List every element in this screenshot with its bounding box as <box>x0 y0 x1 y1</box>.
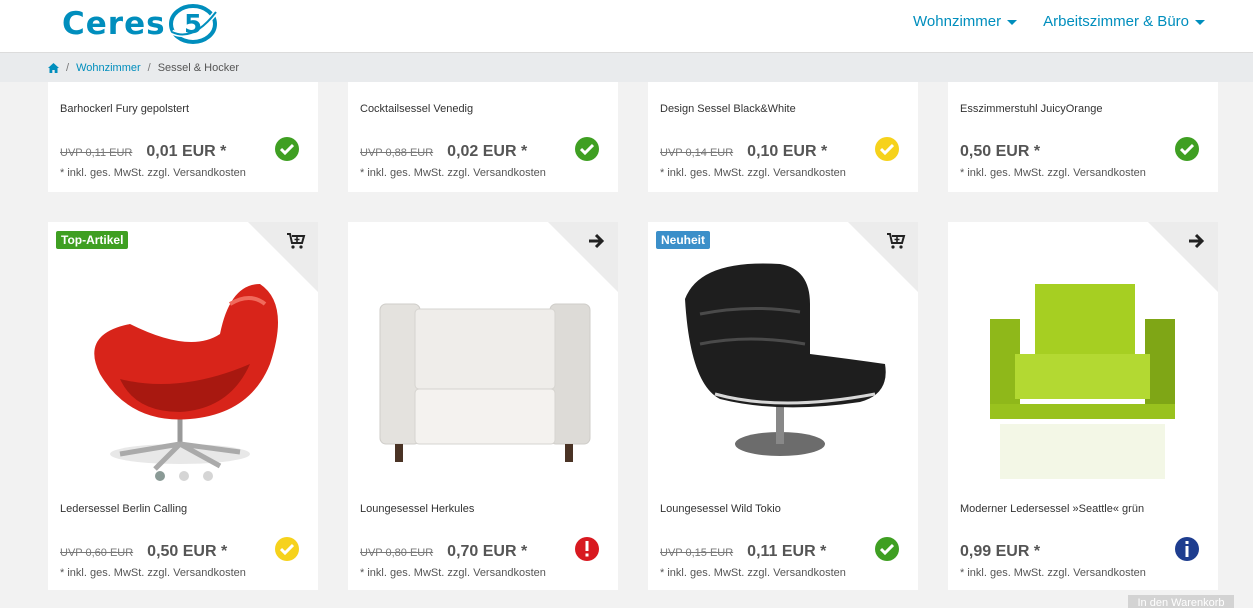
caret-down-icon <box>1195 20 1205 25</box>
logo-mark-icon: 5 <box>168 4 218 44</box>
availability-check-icon <box>1175 137 1199 161</box>
product-image-red-egg-chair[interactable] <box>60 244 306 492</box>
home-icon[interactable] <box>48 62 59 73</box>
price-line: UVP 0,14 EUR 0,10 EUR * <box>660 143 827 161</box>
product-name[interactable]: Design Sessel Black&White <box>660 103 796 115</box>
availability-check-icon <box>275 537 299 561</box>
product-name[interactable]: Ledersessel Berlin Calling <box>60 503 187 515</box>
carousel-dot[interactable] <box>203 471 213 481</box>
vat-notice: * inkl. ges. MwSt. zzgl. Versandkosten <box>660 167 846 179</box>
svg-text:5: 5 <box>184 10 202 40</box>
product-name[interactable]: Moderner Ledersessel »Seattle« grün <box>960 503 1144 515</box>
price-line: UVP 0,60 EUR 0,50 EUR * <box>60 543 227 561</box>
availability-check-icon <box>575 137 599 161</box>
carousel-dot[interactable] <box>155 471 165 481</box>
product-price: 0,50 EUR * <box>960 143 1041 160</box>
rrp-price: UVP 0,80 EUR <box>360 547 434 559</box>
site-header: Ceres 5 Wohnzimmer Arbeitszimmer & Büro <box>0 0 1253 52</box>
product-name[interactable]: Esszimmerstuhl JuicyOrange <box>960 103 1102 115</box>
info-icon <box>1175 537 1199 561</box>
vat-notice: * inkl. ges. MwSt. zzgl. Versandkosten <box>660 567 846 579</box>
product-name[interactable]: Barhockerl Fury gepolstert <box>60 103 189 115</box>
price-line: UVP 0,80 EUR 0,70 EUR * <box>360 543 527 561</box>
vat-notice: * inkl. ges. MwSt. zzgl. Versandkosten <box>60 167 246 179</box>
rrp-price: UVP 0,14 EUR <box>660 147 734 159</box>
price-line: UVP 0,15 EUR 0,11 EUR * <box>660 543 826 561</box>
carousel-dot[interactable] <box>179 471 189 481</box>
exclamation-icon <box>575 537 599 561</box>
product-card[interactable]: Esszimmerstuhl JuicyOrange 0,50 EUR * * … <box>948 82 1218 192</box>
product-image-white-armchair[interactable] <box>360 244 606 492</box>
product-card[interactable]: Moderner Ledersessel »Seattle« grün 0,99… <box>948 222 1218 590</box>
availability-check-icon <box>875 137 899 161</box>
price-line: 0,99 EUR * <box>960 543 1040 561</box>
product-card[interactable]: Design Sessel Black&White UVP 0,14 EUR 0… <box>648 82 918 192</box>
rrp-price: UVP 0,15 EUR <box>660 547 734 559</box>
product-card[interactable]: Cocktailsessel Venedig UVP 0,88 EUR 0,02… <box>348 82 618 192</box>
product-price: 0,10 EUR * <box>747 143 828 160</box>
vat-notice: * inkl. ges. MwSt. zzgl. Versandkosten <box>960 167 1146 179</box>
breadcrumb-link-wohnzimmer[interactable]: Wohnzimmer <box>76 62 141 74</box>
ceres-logo[interactable]: Ceres 5 <box>62 2 218 46</box>
badge-neuheit: Neuheit <box>656 231 711 249</box>
add-to-cart-button[interactable]: In den Warenkorb <box>1128 595 1234 608</box>
rrp-price: UVP 0,60 EUR <box>60 547 134 559</box>
product-name[interactable]: Loungesessel Herkules <box>360 503 474 515</box>
breadcrumb: / Wohnzimmer / Sessel & Hocker <box>0 52 1253 82</box>
vat-notice: * inkl. ges. MwSt. zzgl. Versandkosten <box>360 567 546 579</box>
caret-down-icon <box>1007 20 1018 25</box>
logo-text: Ceres <box>62 6 166 42</box>
carousel-dots <box>155 471 213 481</box>
nav-label: Arbeitszimmer & Büro <box>1043 13 1189 30</box>
product-card[interactable]: Barhockerl Fury gepolstert UVP 0,11 EUR … <box>48 82 318 192</box>
product-image-green-armchair[interactable] <box>960 244 1206 492</box>
nav-item-wohnzimmer[interactable]: Wohnzimmer <box>913 13 1018 30</box>
product-price: 0,99 EUR * <box>960 543 1041 560</box>
price-line: UVP 0,11 EUR 0,01 EUR * <box>60 143 226 161</box>
main-nav: Wohnzimmer Arbeitszimmer & Büro <box>913 13 1205 30</box>
rrp-price: UVP 0,88 EUR <box>360 147 434 159</box>
vat-notice: * inkl. ges. MwSt. zzgl. Versandkosten <box>360 167 546 179</box>
product-name[interactable]: Loungesessel Wild Tokio <box>660 503 781 515</box>
product-price: 0,70 EUR * <box>447 543 528 560</box>
product-price: 0,01 EUR * <box>146 143 227 160</box>
product-price: 0,50 EUR * <box>147 543 228 560</box>
product-price: 0,02 EUR * <box>447 143 528 160</box>
product-image-black-lounge-chair[interactable] <box>660 244 906 492</box>
product-card[interactable]: Top-Artikel Ledersessel Berlin Calling U… <box>48 222 318 590</box>
vat-notice: * inkl. ges. MwSt. zzgl. Versandkosten <box>60 567 246 579</box>
product-name[interactable]: Cocktailsessel Venedig <box>360 103 473 115</box>
product-card[interactable]: Neuheit Loungesessel Wild Tokio UVP 0,15… <box>648 222 918 590</box>
availability-check-icon <box>275 137 299 161</box>
badge-top-artikel: Top-Artikel <box>56 231 129 249</box>
breadcrumb-separator: / <box>66 61 70 74</box>
rrp-price: UVP 0,11 EUR <box>60 147 133 159</box>
vat-notice: * inkl. ges. MwSt. zzgl. Versandkosten <box>960 567 1146 579</box>
nav-item-arbeitszimmer[interactable]: Arbeitszimmer & Büro <box>1043 13 1205 30</box>
breadcrumb-current: Sessel & Hocker <box>157 61 240 74</box>
availability-check-icon <box>875 537 899 561</box>
product-price: 0,11 EUR * <box>747 543 827 560</box>
product-card[interactable]: Loungesessel Herkules UVP 0,80 EUR 0,70 … <box>348 222 618 590</box>
price-line: 0,50 EUR * <box>960 143 1040 161</box>
price-line: UVP 0,88 EUR 0,02 EUR * <box>360 143 527 161</box>
breadcrumb-separator: / <box>147 61 151 74</box>
nav-label: Wohnzimmer <box>913 13 1002 30</box>
